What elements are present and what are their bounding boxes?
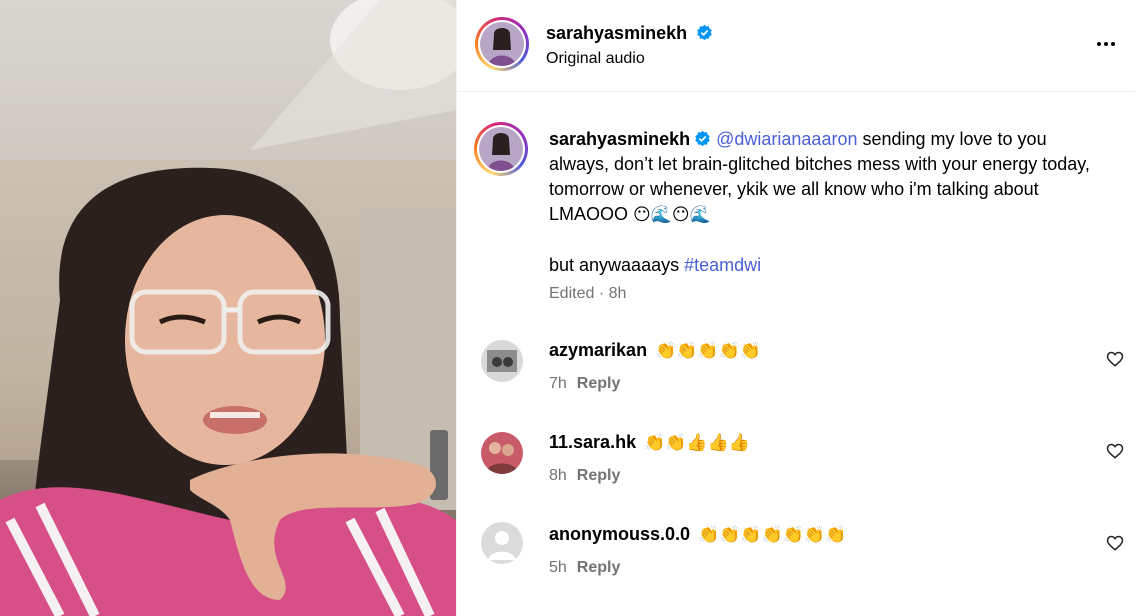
comment-username[interactable]: azymarikan [549,340,647,360]
caption-author-avatar[interactable] [474,122,528,176]
more-dot [1097,42,1101,46]
comment-emojis: 👏👏👏👏👏 [655,341,761,361]
comment-time: 7h [549,375,567,392]
default-avatar-icon [481,522,523,564]
mention-link[interactable]: @dwiarianaaaron [716,129,857,149]
more-dot [1111,42,1115,46]
caption-username[interactable]: sarahyasminekh [549,129,690,149]
author-username[interactable]: sarahyasminekh [546,23,713,44]
post-header: sarahyasminekh Original audio [457,0,1135,92]
comment-emojis: 👏👏👏👏👏👏👏 [698,525,847,545]
author-avatar[interactable] [475,17,529,71]
caption-time: 8h [608,285,627,302]
comment-item: anonymouss.0.0 👏👏👏👏👏👏👏 5h Reply [457,522,1135,602]
reel-video[interactable] [0,0,456,616]
caption-line2: but anywaaaays [549,255,685,275]
comment-emojis: 👏👏👍👍👍 [644,433,750,453]
edited-label: Edited [549,285,595,302]
commenter-avatar-image [481,340,523,382]
comment-time: 8h [549,467,567,484]
verified-badge-icon [697,24,712,41]
reply-button[interactable]: Reply [577,559,621,576]
author-avatar-image [480,22,524,66]
comment-item: azymarikan 👏👏👏👏👏 7h Reply [457,338,1135,418]
hashtag-link[interactable]: #teamdwi [684,255,761,275]
caption-text: sarahyasminekh @dwiarianaaaron sending m… [549,127,1109,278]
reply-button[interactable]: Reply [577,375,621,392]
author-username-text[interactable]: sarahyasminekh [546,23,687,43]
caption-emojis: 😶🌊😶🌊 [633,205,711,225]
commenter-avatar[interactable] [481,340,523,382]
reply-button[interactable]: Reply [577,467,621,484]
more-options-icon[interactable] [1094,36,1118,52]
comment-username[interactable]: 11.sara.hk [549,432,636,452]
post-details-panel: sarahyasminekh Original audio sarahyasmi… [456,0,1135,616]
more-dot [1104,42,1108,46]
video-frame-image [0,0,456,616]
heart-icon[interactable] [1106,534,1124,552]
comment-username[interactable]: anonymouss.0.0 [549,524,690,544]
commenter-avatar[interactable] [481,522,523,564]
comment-time: 5h [549,559,567,576]
comment-item: 11.sara.hk 👏👏👍👍👍 8h Reply [457,430,1135,510]
heart-icon[interactable] [1106,442,1124,460]
commenter-avatar-image [481,432,523,474]
verified-badge-icon [695,130,710,147]
audio-label[interactable]: Original audio [546,50,645,68]
caption-meta: Edited · 8h [549,285,627,302]
commenter-avatar[interactable] [481,432,523,474]
heart-icon[interactable] [1106,350,1124,368]
caption-avatar-image [479,127,523,171]
